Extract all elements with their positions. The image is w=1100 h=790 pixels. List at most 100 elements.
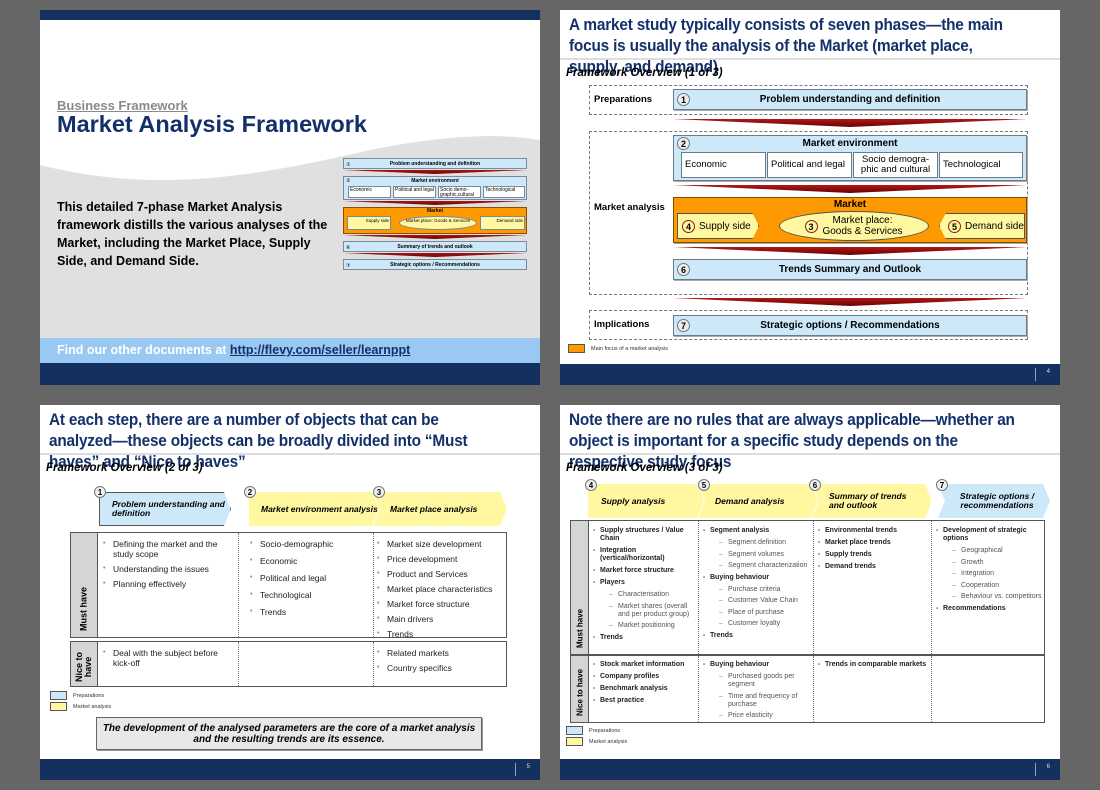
slide-5-framework-overview-2: At each step, there are a number of obje… <box>40 405 540 780</box>
list-item: Technological <box>248 590 370 600</box>
legend: Main focus of a market analysis <box>568 344 668 353</box>
legend-swatch <box>566 726 583 735</box>
sub-list-item: Segment characterization <box>701 562 811 570</box>
sub-list-item: Time and frequency of purchase <box>701 693 811 709</box>
must-have-list-supply: Supply structures / Value Chain Integrati… <box>591 527 696 646</box>
column-divider <box>931 656 932 722</box>
list-item: Players <box>591 579 696 587</box>
list-item: Market size development <box>375 539 507 549</box>
flevy-link[interactable]: http://flevy.com/seller/learnppt <box>230 343 410 357</box>
market-box: Market 4 Supply side 3 Market place: Goo… <box>673 197 1027 243</box>
legend-label: Market analysis <box>589 738 628 745</box>
phase-label: Summary of trends and outlook <box>829 491 907 510</box>
step-number-4: 4 <box>682 219 695 233</box>
slide-subtitle: Framework Overview (1 of 3) <box>566 67 723 79</box>
legend-market-analysis: Market analysis <box>50 702 111 711</box>
nice-list-3: Related markets Country specifics <box>375 648 507 678</box>
phase-chevron-3: Market place analysis <box>373 492 507 526</box>
list-item: Trends in comparable markets <box>816 661 928 669</box>
mini-demand-label: Demand side <box>496 218 523 223</box>
demand-side-box: 5 Demand side <box>939 213 1025 239</box>
phase-1-label: Problem understanding and definition <box>759 94 941 105</box>
slide-footer: 6 <box>560 759 1060 780</box>
list-item: Supply trends <box>816 551 928 559</box>
mini-phase-2: ② Market environment Economic Political … <box>343 176 527 200</box>
slide-1-cover: Business Framework Market Analysis Frame… <box>40 10 540 385</box>
list-item: Stock market information <box>591 661 696 669</box>
nice-to-have-side: Nice to have <box>71 642 98 686</box>
list-item: Supply structures / Value Chain <box>591 527 696 543</box>
cover-title: Market Analysis Framework <box>57 111 367 137</box>
sub-list-item: Customer Value Chain <box>701 597 811 605</box>
must-have-side: Must have <box>571 521 589 654</box>
nice-list-1: Deal with the subject before kick-off <box>101 648 236 673</box>
list-item: Planning effectively <box>101 579 236 589</box>
slide-6-framework-overview-3: Note there are no rules that are always … <box>560 405 1060 780</box>
column-divider <box>373 642 374 686</box>
mini-phase-label: Strategic options / Recommendations <box>390 262 480 268</box>
phase-1-box: 1 Problem understanding and definition <box>673 89 1027 110</box>
divider <box>560 58 1060 60</box>
phase-7-box: 7 Strategic options / Recommendations <box>673 315 1027 336</box>
column-divider <box>813 656 814 722</box>
column-divider <box>698 656 699 722</box>
mini-env-cell: Political and legal <box>393 186 436 198</box>
mini-num: ② <box>346 178 351 184</box>
nice-list-supply: Stock market information Company profiles… <box>591 661 696 709</box>
divider <box>1035 368 1036 381</box>
sub-list-item: Cooperation <box>934 582 1044 590</box>
mini-phase-label: Problem understanding and definition <box>389 161 481 167</box>
list-item: Development of strategic options <box>934 527 1044 543</box>
step-number-6: 6 <box>677 263 690 276</box>
step-number-1: 1 <box>677 93 690 106</box>
legend-preparations: Preparations <box>566 726 620 735</box>
phase-6-box: 6 Trends Summary and Outlook <box>673 259 1027 280</box>
must-have-list-strategic: Development of strategic options Geograph… <box>934 527 1044 617</box>
list-item: Benchmark analysis <box>591 685 696 693</box>
sub-list-item: Place of purchase <box>701 609 811 617</box>
step-number-5: 5 <box>948 219 961 233</box>
env-economic: Economic <box>681 152 766 178</box>
row-label-preparations: Preparations <box>594 94 653 105</box>
divider <box>515 763 516 776</box>
list-item: Segment analysis <box>701 527 811 535</box>
phase-6-label: Trends Summary and Outlook <box>778 264 922 275</box>
legend-swatch-focus <box>568 344 585 353</box>
divider <box>40 453 540 455</box>
env-technological: Technological <box>939 152 1023 178</box>
column-divider <box>931 521 932 654</box>
cover-description: This detailed 7-phase Market Analysis fr… <box>57 200 328 268</box>
step-number-1: 1 <box>94 486 106 498</box>
step-number-3: 3 <box>373 486 385 498</box>
phase-chevron-6: Summary of trends and outlook <box>812 484 932 518</box>
must-have-table: Must have Defining the market and the st… <box>70 532 507 639</box>
list-item: Defining the market and the study scope <box>101 539 236 559</box>
slide-footer: 4 <box>560 364 1060 385</box>
divider <box>1035 763 1036 776</box>
mini-num: ⑦ <box>346 263 351 269</box>
env-political: Political and legal <box>767 152 852 178</box>
step-number-5: 5 <box>698 479 710 491</box>
nice-list-demand: Buying behaviour Purchased goods per segm… <box>701 661 811 724</box>
step-number-3: 3 <box>804 219 818 233</box>
list-item: Trends <box>591 634 696 642</box>
phase-2-box: 2 Market environment Economic Political … <box>673 135 1027 181</box>
must-have-table: Must have Supply structures / Value Chai… <box>570 520 1045 655</box>
link-line: Find our other documents at http://flevy… <box>57 343 410 357</box>
mini-place: Market place: Goods & Services <box>399 216 477 230</box>
phase-label: Market environment analysis <box>261 503 378 514</box>
list-item: Economic <box>248 556 370 566</box>
step-number-6: 6 <box>809 479 821 491</box>
env-socio: Socio demogra-phic and cultural <box>853 152 938 178</box>
flow-arrow <box>673 119 1027 127</box>
step-number-2: 2 <box>677 137 690 150</box>
nice-list-trends: Trends in comparable markets <box>816 661 928 673</box>
legend-label: Main focus of a market analysis <box>591 345 669 352</box>
supply-side-box: 4 Supply side <box>677 213 759 239</box>
step-number-7: 7 <box>677 319 690 332</box>
list-item: Understanding the issues <box>101 564 236 574</box>
must-have-list-trends: Environmental trends Market place trends S… <box>816 527 928 575</box>
list-item: Best practice <box>591 697 696 705</box>
must-have-list-1: Defining the market and the study scope U… <box>101 539 236 594</box>
demand-side-label: Demand side <box>965 220 1024 232</box>
